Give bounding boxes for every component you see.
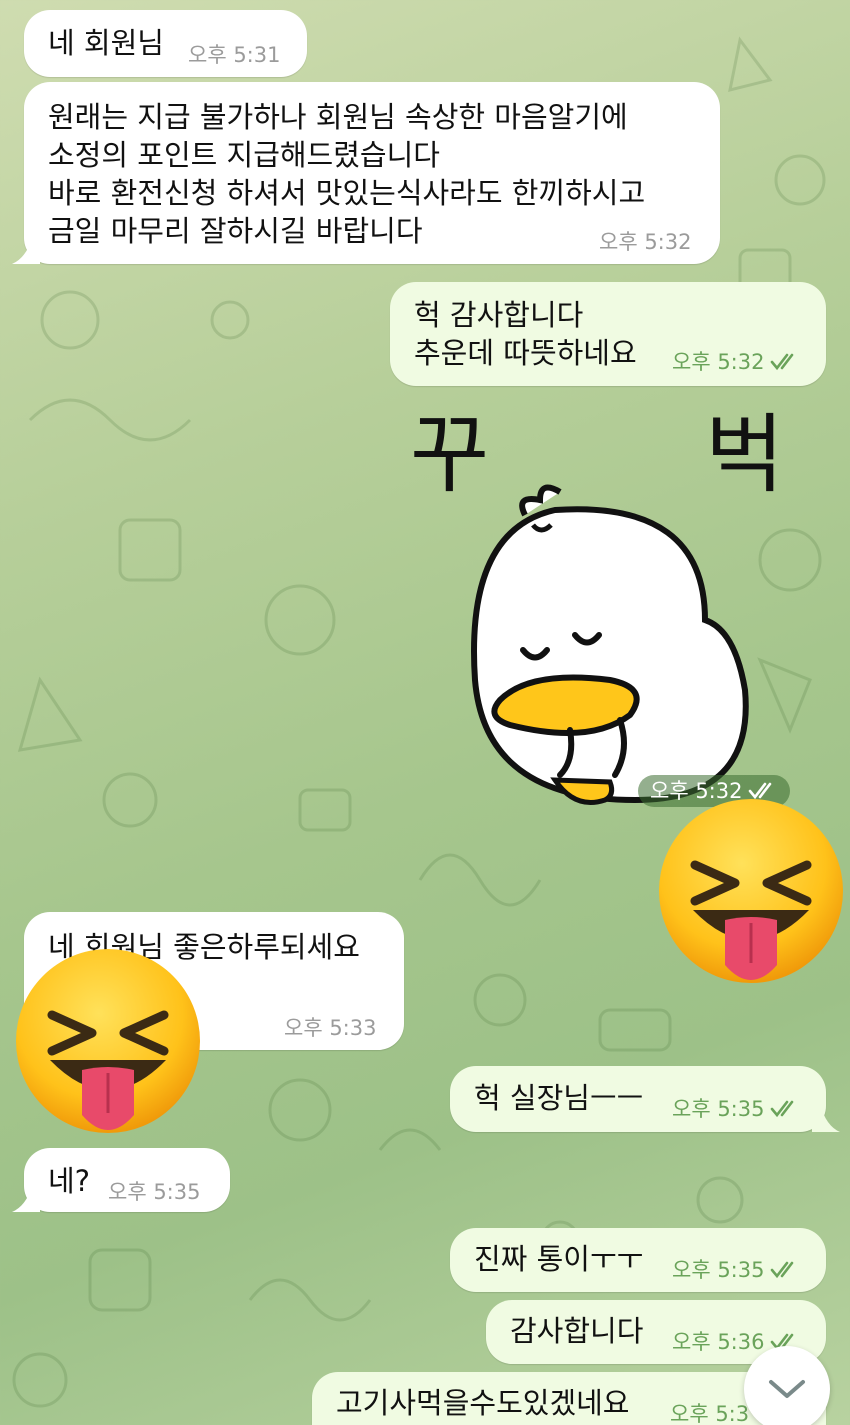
message-time: 오후 5:35 — [672, 1258, 800, 1282]
sticker-text-left: 꾸 — [410, 405, 490, 505]
double-check-icon — [771, 1261, 794, 1279]
incoming-message[interactable]: 네 회원님 오후 5:31 — [24, 10, 307, 77]
message-time: 오후 5:35 — [108, 1180, 201, 1204]
message-time: 오후 5:3 — [670, 1402, 750, 1425]
message-text: 원래는 지급 불가하나 회원님 속상한 마음알기에 소정의 포인트 지급해드렸습… — [48, 100, 646, 248]
message-text: 헉 실장님ㅡㅡ — [474, 1081, 644, 1115]
double-check-icon — [771, 353, 794, 371]
message-time: 오후 5:32 — [599, 230, 692, 254]
chevron-down-icon — [769, 1380, 805, 1398]
double-check-icon — [771, 1100, 794, 1118]
message-time: 오후 5:35 — [672, 1097, 800, 1121]
message-time-label: 오후 5:35 — [672, 1097, 765, 1121]
duck-sticker[interactable]: 꾸 벅 — [405, 410, 825, 820]
message-text: 헉 감사합니다 추운데 따뜻하네요 — [414, 298, 637, 370]
outgoing-message[interactable]: 헉 감사합니다 추운데 따뜻하네요 오후 5:32 — [390, 282, 826, 386]
message-time: 오후 5:32 — [672, 350, 800, 374]
bubble-tail — [812, 1104, 840, 1132]
message-text: 진짜 통이ㅜㅜ — [474, 1242, 644, 1276]
incoming-message[interactable]: 원래는 지급 불가하나 회원님 속상한 마음알기에 소정의 포인트 지급해드렸습… — [24, 82, 720, 264]
bubble-tail — [12, 238, 40, 264]
squinting-face-with-tongue-emoji[interactable] — [12, 945, 204, 1145]
message-time: 오후 5:33 — [284, 1016, 377, 1040]
message-text: 고기사먹을수도있겠네요 — [336, 1386, 630, 1420]
sticker-text-right: 벅 — [705, 405, 785, 505]
outgoing-message[interactable]: 진짜 통이ㅜㅜ 오후 5:35 — [450, 1228, 826, 1292]
message-text: 네 회원님 — [48, 26, 164, 60]
outgoing-message[interactable]: 헉 실장님ㅡㅡ 오후 5:35 — [450, 1066, 826, 1132]
scroll-down-button[interactable] — [744, 1346, 830, 1425]
message-time-label: 오후 5:35 — [672, 1258, 765, 1282]
message-text: 감사합니다 — [510, 1314, 644, 1348]
message-time-label: 오후 5:32 — [672, 350, 765, 374]
incoming-message[interactable]: 네? 오후 5:35 — [24, 1148, 230, 1212]
squinting-face-with-tongue-emoji[interactable] — [655, 795, 847, 995]
bubble-tail — [12, 1186, 40, 1212]
message-text: 네? — [48, 1164, 91, 1198]
message-time: 오후 5:31 — [188, 43, 281, 67]
